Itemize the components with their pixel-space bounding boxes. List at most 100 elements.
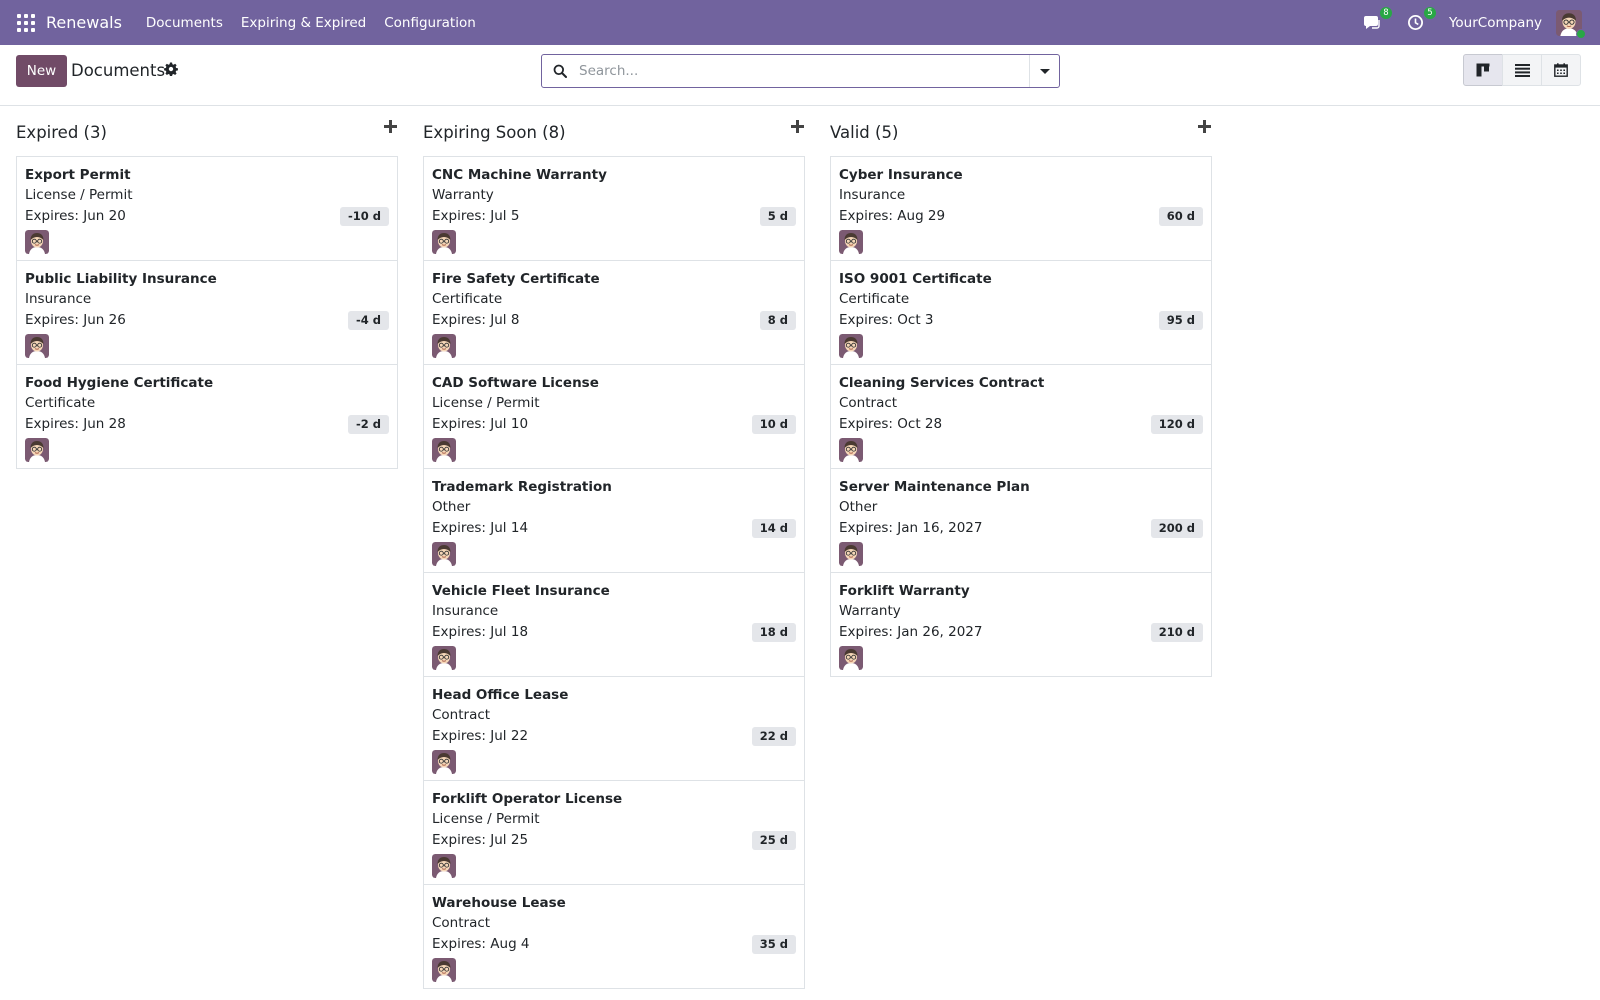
column-cards: CNC Machine Warranty Warranty Expires: Jul… <box>423 156 805 989</box>
kanban-card[interactable]: Forklift Operator License License / Permi… <box>424 781 804 885</box>
days-remaining-badge: 14 d <box>751 519 796 538</box>
user-menu-avatar[interactable] <box>1556 9 1586 39</box>
kanban-card[interactable]: Forklift Warranty Warranty Expires: Jan 26… <box>831 573 1211 676</box>
user-avatar-icon[interactable] <box>25 230 49 254</box>
menu-item-documents[interactable]: Documents <box>142 15 227 31</box>
new-button[interactable]: New <box>16 55 67 87</box>
card-name: Warehouse Lease <box>432 895 566 911</box>
card-expiry-date: Expires: Jul 22 <box>432 728 529 744</box>
card-name: CNC Machine Warranty <box>432 167 607 183</box>
messages-button[interactable]: 8 <box>1361 6 1392 34</box>
kanban-card[interactable]: Vehicle Fleet Insurance Insurance Expires:… <box>424 573 804 677</box>
user-avatar-icon[interactable] <box>432 854 456 878</box>
days-remaining-badge: -2 d <box>347 415 389 434</box>
kanban-card[interactable]: Public Liability Insurance Insurance Expir… <box>17 261 397 365</box>
user-avatar-icon[interactable] <box>839 646 863 670</box>
user-avatar-icon[interactable] <box>432 750 456 774</box>
user-avatar-icon[interactable] <box>25 334 49 358</box>
search-input[interactable] <box>579 63 1019 79</box>
plus-icon[interactable] <box>791 120 805 134</box>
days-remaining-badge: 95 d <box>1158 311 1203 330</box>
column-title[interactable]: Valid (5) <box>830 123 898 142</box>
kanban-card[interactable]: Food Hygiene Certificate Certificate Expir… <box>17 365 397 468</box>
activities-button[interactable]: 5 <box>1405 6 1436 34</box>
gear-icon[interactable] <box>164 62 178 76</box>
user-avatar-icon[interactable] <box>432 958 456 982</box>
kanban-card[interactable]: Head Office Lease Contract Expires: Jul 22… <box>424 677 804 781</box>
search-icon <box>553 64 567 78</box>
card-expiry-date: Expires: Jan 26, 2027 <box>839 624 983 640</box>
card-document-type: License / Permit <box>432 395 540 411</box>
card-document-type: Insurance <box>25 291 92 307</box>
messages-count-badge: 8 <box>1379 6 1392 19</box>
user-avatar-icon[interactable] <box>839 230 863 254</box>
kanban-column: Expired (3) Export Permit License / Permit… <box>16 106 398 469</box>
column-cards: Cyber Insurance Insurance Expires: Aug 29 6… <box>830 156 1212 677</box>
card-expiry-date: Expires: Jun 26 <box>25 312 126 328</box>
days-remaining-badge: 22 d <box>751 727 796 746</box>
user-avatar-icon[interactable] <box>432 438 456 462</box>
user-avatar-icon[interactable] <box>432 230 456 254</box>
column-title[interactable]: Expiring Soon (8) <box>423 123 566 142</box>
menu-item-expiring-expired[interactable]: Expiring & Expired <box>237 15 370 31</box>
user-avatar-icon[interactable] <box>25 438 49 462</box>
user-avatar-icon[interactable] <box>432 334 456 358</box>
list-view-button[interactable] <box>1502 54 1542 86</box>
plus-icon[interactable] <box>384 120 398 134</box>
kanban-card[interactable]: Trademark Registration Other Expires: Jul … <box>424 469 804 573</box>
kanban-card[interactable]: Export Permit License / Permit Expires: Ju… <box>17 157 397 261</box>
kanban-card[interactable]: Cleaning Services Contract Contract Expire… <box>831 365 1211 469</box>
card-document-type: Insurance <box>839 187 906 203</box>
card-expiry-date: Expires: Aug 4 <box>432 936 530 952</box>
days-remaining-badge: 200 d <box>1150 519 1203 538</box>
calendar-view-icon <box>1554 63 1568 77</box>
card-name: Cyber Insurance <box>839 167 963 183</box>
user-avatar-icon[interactable] <box>432 646 456 670</box>
card-document-type: Insurance <box>432 603 499 619</box>
column-header: Expiring Soon (8) <box>423 106 805 156</box>
card-document-type: Warranty <box>839 603 901 619</box>
kanban-card[interactable]: Fire Safety Certificate Certificate Expire… <box>424 261 804 365</box>
card-document-type: Other <box>839 499 878 515</box>
card-name: Export Permit <box>25 167 131 183</box>
top-navbar: Renewals Documents Expiring & Expired Co… <box>0 0 1600 45</box>
online-status-dot <box>1576 28 1586 39</box>
days-remaining-badge: 25 d <box>751 831 796 850</box>
card-name: Forklift Warranty <box>839 583 970 599</box>
kanban-column: Expiring Soon (8) CNC Machine Warranty War… <box>423 106 805 989</box>
apps-grid-icon[interactable] <box>17 13 35 32</box>
navbar-systray: 8 5 YourCompany <box>1361 0 1600 45</box>
kanban-column: Valid (5) Cyber Insurance Insurance Expires… <box>830 106 1212 677</box>
kanban-card[interactable]: Server Maintenance Plan Other Expires: Jan… <box>831 469 1211 573</box>
calendar-view-button[interactable] <box>1541 54 1581 86</box>
days-remaining-badge: -4 d <box>347 311 389 330</box>
kanban-board: Expired (3) Export Permit License / Permit… <box>0 106 1600 1000</box>
kanban-card[interactable]: CAD Software License License / Permit Expi… <box>424 365 804 469</box>
card-name: Cleaning Services Contract <box>839 375 1045 391</box>
kanban-card[interactable]: CNC Machine Warranty Warranty Expires: Jul… <box>424 157 804 261</box>
user-avatar-icon[interactable] <box>839 334 863 358</box>
card-name: Head Office Lease <box>432 687 569 703</box>
kanban-card[interactable]: Warehouse Lease Contract Expires: Aug 4 35 … <box>424 885 804 988</box>
kanban-card[interactable]: ISO 9001 Certificate Certificate Expires: … <box>831 261 1211 365</box>
days-remaining-badge: 210 d <box>1150 623 1203 642</box>
plus-icon[interactable] <box>1198 120 1212 134</box>
app-brand[interactable]: Renewals <box>46 13 122 32</box>
card-name: Server Maintenance Plan <box>839 479 1030 495</box>
search-options-toggle[interactable] <box>1029 55 1059 87</box>
user-avatar-icon[interactable] <box>839 542 863 566</box>
kanban-view-button[interactable] <box>1463 54 1503 86</box>
card-expiry-date: Expires: Jul 5 <box>432 208 520 224</box>
days-remaining-badge: 8 d <box>759 311 796 330</box>
column-title[interactable]: Expired (3) <box>16 123 107 142</box>
company-switcher[interactable]: YourCompany <box>1449 15 1542 31</box>
kanban-card[interactable]: Cyber Insurance Insurance Expires: Aug 29 6… <box>831 157 1211 261</box>
user-avatar-icon[interactable] <box>839 438 863 462</box>
user-avatar-icon[interactable] <box>432 542 456 566</box>
card-name: ISO 9001 Certificate <box>839 271 992 287</box>
card-document-type: Certificate <box>25 395 96 411</box>
menu-item-configuration[interactable]: Configuration <box>380 15 480 31</box>
card-expiry-date: Expires: Jul 18 <box>432 624 529 640</box>
card-name: Public Liability Insurance <box>25 271 217 287</box>
card-document-type: Certificate <box>432 291 503 307</box>
